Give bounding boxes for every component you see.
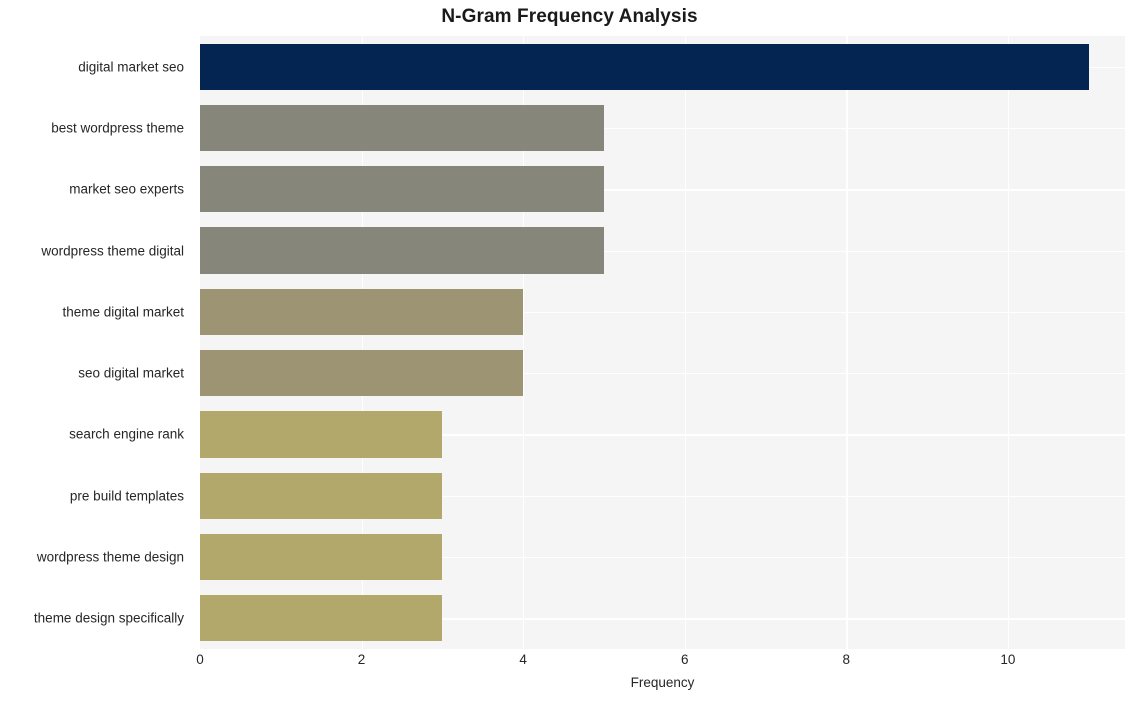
x-axis-tick-label: 0 <box>196 652 204 667</box>
plot-area <box>200 36 1125 649</box>
bar <box>200 595 443 642</box>
y-axis-tick-label: wordpress theme digital <box>41 242 184 258</box>
x-axis-tick-label: 2 <box>357 652 366 667</box>
x-axis-tick-labels: 0 2 4 6 8 10 <box>196 652 1125 674</box>
y-axis-tick-label: digital market seo <box>78 58 184 74</box>
y-axis-tick-label: market seo experts <box>69 181 184 197</box>
bar <box>200 472 443 519</box>
x-axis-tick-label: 8 <box>842 652 851 667</box>
bar <box>200 533 443 581</box>
bar <box>200 350 524 397</box>
chart-title: N-Gram Frequency Analysis <box>441 6 698 27</box>
bar <box>200 411 443 458</box>
y-axis-tick-label: search engine rank <box>69 426 184 442</box>
bar <box>200 227 604 274</box>
y-axis-tick-label: wordpress theme design <box>36 549 184 565</box>
bar <box>200 104 604 152</box>
x-axis-tick-label: 10 <box>1000 652 1016 667</box>
bar <box>200 166 604 213</box>
x-axis-tick-label: 6 <box>680 652 689 667</box>
x-axis-title: Frequency <box>630 675 695 690</box>
y-axis-tick-label: theme design specifically <box>33 610 184 626</box>
y-axis-tick-label: seo digital market <box>78 365 184 381</box>
y-axis-tick-label: theme digital market <box>62 304 184 320</box>
bar <box>200 288 524 335</box>
chart-figure: N-Gram Frequency Analysis digital market… <box>0 0 1139 701</box>
bar <box>200 43 1089 90</box>
bar-series <box>200 36 1125 649</box>
y-axis-tick-label: best wordpress theme <box>51 120 184 136</box>
x-axis-tick-label: 4 <box>519 652 527 667</box>
y-axis-tick-labels: digital market seo best wordpress theme ma… <box>0 36 192 649</box>
y-axis-tick-label: pre build templates <box>69 488 184 503</box>
